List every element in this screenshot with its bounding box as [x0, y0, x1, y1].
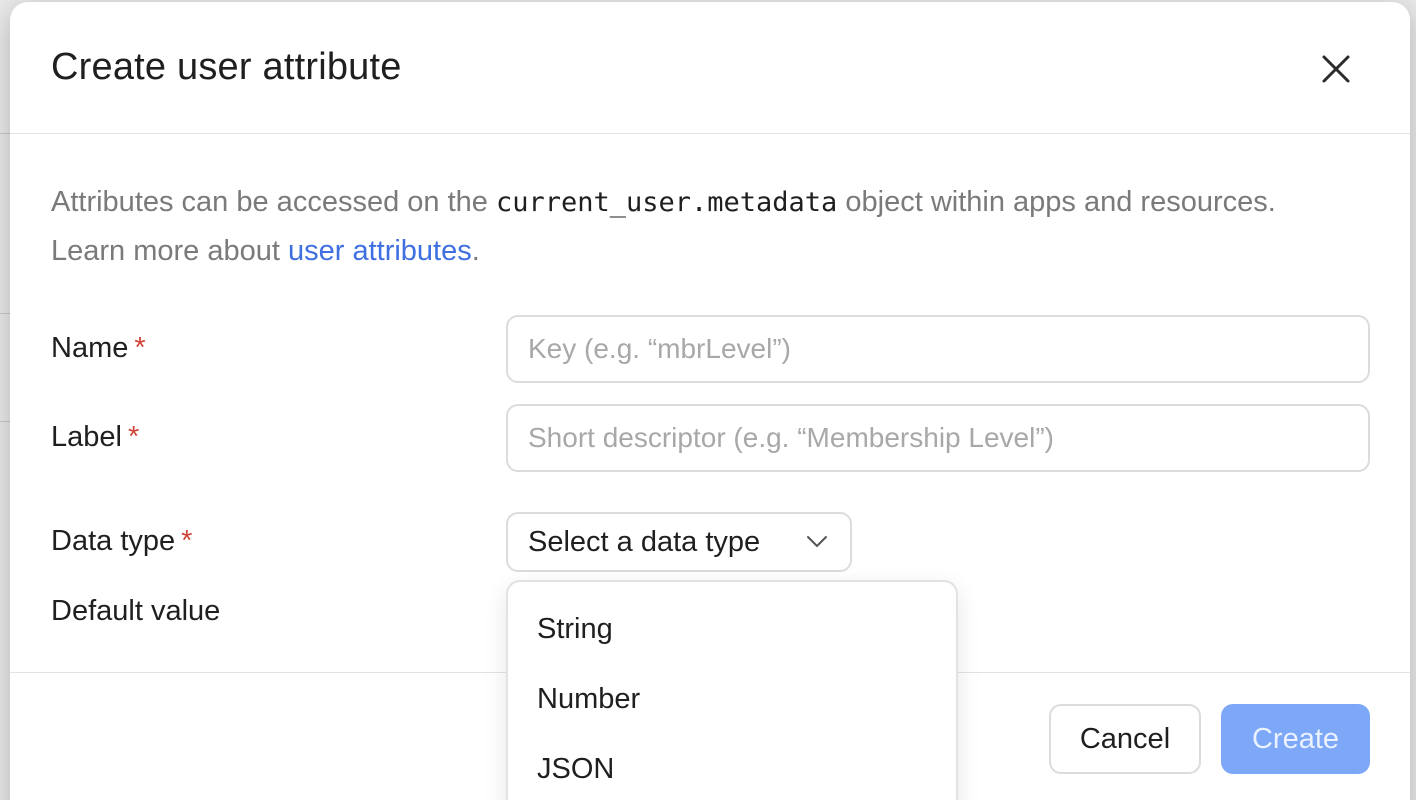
user-attributes-link[interactable]: user attributes [288, 235, 472, 267]
metadata-code: current_user.metadata [495, 187, 838, 218]
description-suffix: . [471, 235, 480, 267]
dropdown-option-json[interactable]: JSON [508, 734, 956, 800]
data-type-dropdown-menu: String Number JSON [506, 580, 958, 800]
name-input[interactable] [506, 315, 1370, 383]
required-marker: * [134, 332, 146, 364]
dialog-description: Attributes can be accessed on the curren… [51, 178, 1331, 276]
dropdown-option-string[interactable]: String [508, 594, 956, 664]
dialog-header: Create user attribute [10, 2, 1410, 134]
close-button[interactable] [1315, 48, 1357, 90]
close-icon [1322, 55, 1350, 83]
data-type-select-value: Select a data type [528, 525, 761, 558]
create-button[interactable]: Create [1221, 704, 1370, 774]
cancel-button[interactable]: Cancel [1049, 704, 1201, 774]
data-type-select[interactable]: Select a data type [506, 512, 852, 572]
label-input[interactable] [506, 404, 1370, 472]
data-type-label: Data type * [51, 525, 193, 557]
description-prefix: Attributes can be accessed on the [51, 186, 496, 218]
chevron-down-icon [807, 536, 827, 547]
dropdown-option-number[interactable]: Number [508, 664, 956, 734]
default-value-label: Default value [51, 595, 221, 627]
name-label: Name * [51, 332, 146, 364]
dialog-title: Create user attribute [51, 46, 402, 88]
required-marker: * [181, 525, 193, 557]
required-marker: * [127, 421, 140, 453]
label-label: Label * [51, 421, 140, 453]
